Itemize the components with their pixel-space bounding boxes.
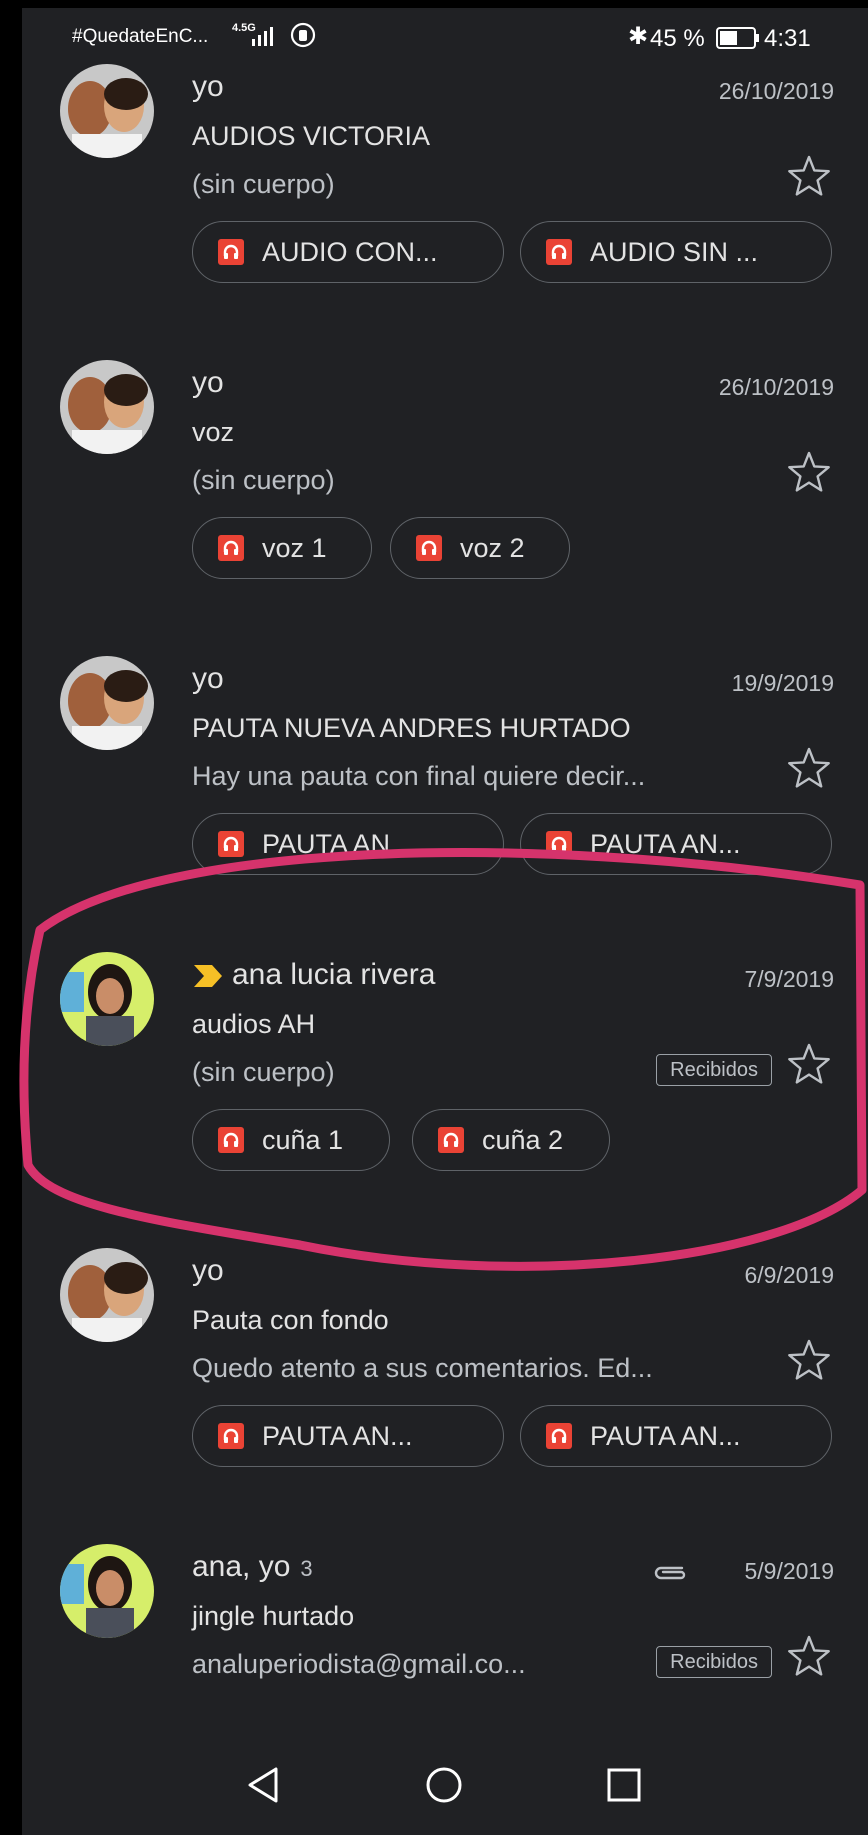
email-sender: yo	[192, 366, 224, 399]
attachment-chip[interactable]: AUDIO CON...	[192, 221, 504, 283]
email-row[interactable]: ana, yo 3 5/9/2019 jingle hurtado analupe…	[22, 1488, 868, 1784]
attachment-chip[interactable]: voz 1	[192, 517, 372, 579]
email-sender-name: ana lucia rivera	[232, 958, 436, 991]
audio-file-icon	[218, 1423, 244, 1449]
attachment-name: PAUTA AN...	[590, 828, 741, 859]
email-sender: yo	[192, 1254, 224, 1287]
email-date: 6/9/2019	[744, 1262, 834, 1288]
audio-file-icon	[546, 239, 572, 265]
avatar[interactable]	[60, 1544, 154, 1638]
attachment-chip[interactable]: voz 2	[390, 517, 570, 579]
recents-icon[interactable]	[604, 1765, 644, 1805]
attachment-chip[interactable]: cuña 2	[412, 1109, 610, 1171]
email-subject: jingle hurtado	[192, 1601, 355, 1631]
audio-file-icon	[218, 535, 244, 561]
email-sender: ana, yo 3	[192, 1550, 313, 1584]
star-icon[interactable]	[786, 449, 832, 495]
screen-border	[0, 0, 22, 1835]
email-snippet: Quedo atento a sus comentarios. Ed...	[192, 1353, 653, 1383]
back-icon[interactable]	[244, 1765, 284, 1805]
avatar-photo-icon	[60, 360, 154, 454]
email-row[interactable]: yo 26/10/2019 AUDIOS VICTORIA (sin cuerp…	[22, 8, 868, 304]
email-date: 5/9/2019	[744, 1558, 834, 1584]
email-sender: yo	[192, 70, 224, 103]
attachment-chip[interactable]: PAUTA AN...	[192, 1405, 504, 1467]
avatar[interactable]	[60, 952, 154, 1046]
attachment-name: AUDIO SIN ...	[590, 236, 759, 267]
email-date: 19/9/2019	[731, 670, 834, 696]
email-row[interactable]: yo 26/10/2019 voz (sin cuerpo) voz 1 voz…	[22, 304, 868, 600]
email-subject: AUDIOS VICTORIA	[192, 121, 431, 151]
avatar-photo-icon	[60, 1248, 154, 1342]
email-snippet: analuperiodista@gmail.co...	[192, 1649, 526, 1679]
thread-count: 3	[300, 1556, 313, 1581]
email-date: 7/9/2019	[744, 966, 834, 992]
attachment-name: voz 1	[262, 532, 327, 563]
avatar-photo-icon	[60, 656, 154, 750]
attachment-chip[interactable]: AUDIO SIN ...	[520, 221, 832, 283]
email-snippet: (sin cuerpo)	[192, 169, 335, 199]
avatar-photo-icon	[60, 1544, 154, 1638]
attachment-chip[interactable]: PAUTA AN...	[192, 813, 504, 875]
attachment-name: PAUTA AN...	[262, 828, 413, 859]
label-badge: Recibidos	[656, 1054, 772, 1086]
email-row[interactable]: yo 6/9/2019 Pauta con fondo Quedo atento…	[22, 1192, 868, 1488]
attachment-name: cuña 1	[262, 1124, 344, 1155]
email-sender: ana lucia rivera	[192, 958, 435, 992]
attachment-chip[interactable]: cuña 1	[192, 1109, 390, 1171]
email-subject: PAUTA NUEVA ANDRES HURTADO	[192, 713, 631, 743]
label-badge: Recibidos	[656, 1646, 772, 1678]
attachment-name: PAUTA AN...	[262, 1420, 413, 1451]
audio-file-icon	[438, 1127, 464, 1153]
star-icon[interactable]	[786, 745, 832, 791]
avatar[interactable]	[60, 1248, 154, 1342]
audio-file-icon	[546, 1423, 572, 1449]
audio-file-icon	[546, 831, 572, 857]
attachment-name: PAUTA AN...	[590, 1420, 741, 1451]
email-snippet: Hay una pauta con final quiere decir...	[192, 761, 646, 791]
gmail-inbox-screen: #QuedateEnC... 4.5G ✱ 45 % 4:31 yo 26/10…	[22, 8, 868, 1835]
attachment-name: cuña 2	[482, 1124, 564, 1155]
audio-file-icon	[218, 1127, 244, 1153]
star-icon[interactable]	[786, 153, 832, 199]
audio-file-icon	[218, 239, 244, 265]
attachment-chip[interactable]: PAUTA AN...	[520, 813, 832, 875]
email-subject: voz	[192, 417, 235, 447]
home-icon[interactable]	[424, 1765, 464, 1805]
avatar[interactable]	[60, 64, 154, 158]
star-icon[interactable]	[786, 1337, 832, 1383]
navigation-bar	[22, 1743, 868, 1835]
email-sender-name: ana, yo	[192, 1550, 291, 1583]
importance-marker-icon[interactable]	[192, 963, 224, 989]
attachment-chip[interactable]: PAUTA AN...	[520, 1405, 832, 1467]
email-sender: yo	[192, 662, 224, 695]
email-subject: audios AH	[192, 1009, 316, 1039]
audio-file-icon	[416, 535, 442, 561]
avatar[interactable]	[60, 656, 154, 750]
email-snippet: (sin cuerpo)	[192, 1057, 335, 1087]
email-date: 26/10/2019	[718, 78, 834, 104]
star-icon[interactable]	[786, 1041, 832, 1087]
email-date: 26/10/2019	[718, 374, 834, 400]
audio-file-icon	[218, 831, 244, 857]
avatar-photo-icon	[60, 64, 154, 158]
email-row[interactable]: ana lucia rivera 7/9/2019 audios AH (sin…	[22, 896, 868, 1192]
avatar[interactable]	[60, 360, 154, 454]
attachment-name: AUDIO CON...	[262, 236, 438, 267]
email-row[interactable]: yo 19/9/2019 PAUTA NUEVA ANDRES HURTADO …	[22, 600, 868, 896]
attachment-name: voz 2	[460, 532, 525, 563]
email-snippet: (sin cuerpo)	[192, 465, 335, 495]
attachment-icon	[654, 1566, 686, 1580]
email-subject: Pauta con fondo	[192, 1305, 389, 1335]
star-icon[interactable]	[786, 1633, 832, 1679]
avatar-photo-icon	[60, 952, 154, 1046]
